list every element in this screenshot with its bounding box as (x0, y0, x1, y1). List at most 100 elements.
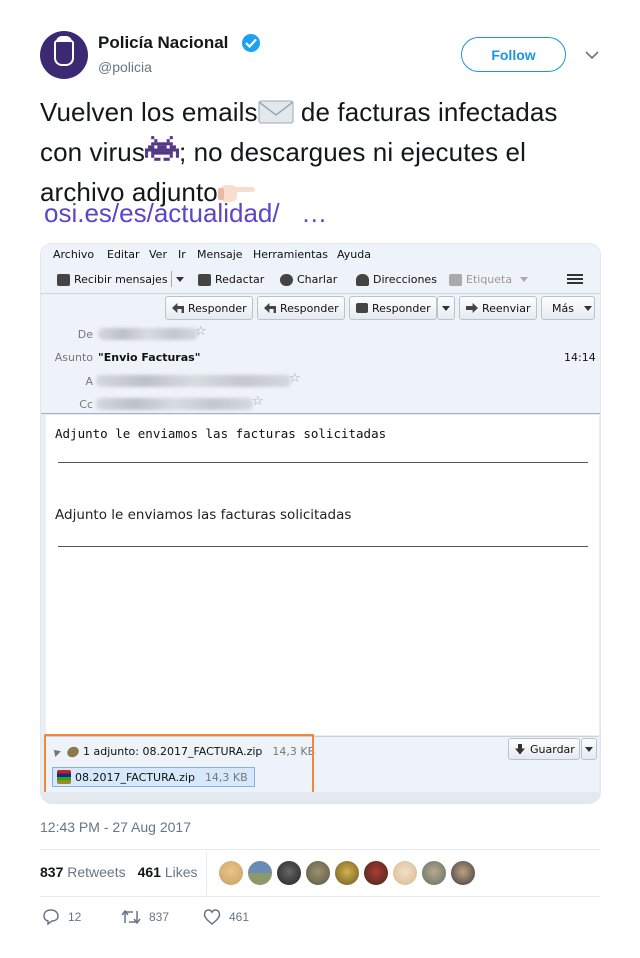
liker-avatar[interactable] (218, 860, 244, 886)
display-name[interactable]: Policía Nacional (98, 33, 228, 53)
write-label: Redactar (215, 273, 265, 286)
from-redacted (98, 328, 198, 340)
account-handle[interactable]: @policia (98, 59, 152, 75)
heart-icon (203, 909, 221, 925)
verified-badge-icon (242, 34, 260, 52)
chat-button: Charlar (280, 273, 337, 286)
tweet-link[interactable]: osi.es/es/actualidad/ … (44, 198, 327, 229)
save-dropdown (581, 738, 597, 760)
account-avatar[interactable] (40, 31, 88, 79)
menu-item-ir: Ir (178, 248, 186, 261)
reply-list-button: Responder (349, 296, 437, 320)
email-reply-toolbar: Responder Responder Responder Reenviar M… (41, 294, 600, 322)
forward-arrow-icon (466, 303, 478, 313)
retweets-count[interactable]: 837 (40, 864, 63, 880)
attached-screenshot[interactable]: Archivo Editar Ver Ir Mensaje Herramient… (40, 243, 601, 804)
liker-avatar[interactable] (392, 860, 418, 886)
tweet-text: Vuelven los emails de facturas infectada… (40, 94, 600, 214)
tweet-actions: 12 837 461 (40, 908, 600, 928)
reply-list-label: Responder (372, 301, 431, 315)
menu-bar-line (567, 278, 583, 280)
forward-label: Reenviar (482, 301, 531, 315)
more-button: Más (541, 296, 595, 320)
reply-dropdown (437, 296, 455, 320)
get-mail-label: Recibir mensajes (74, 273, 168, 286)
reply-count: 12 (68, 910, 82, 924)
stats-separator (206, 852, 207, 896)
chevron-down-icon[interactable] (584, 48, 600, 62)
space-invader-emoji-icon (144, 135, 179, 174)
tweet-text-line1a: Vuelven los emails (40, 97, 258, 127)
chevron-down-icon (583, 305, 592, 311)
likes-label[interactable]: Likes (165, 864, 198, 880)
menu-item-ver: Ver (149, 248, 167, 261)
liker-avatar[interactable] (421, 860, 447, 886)
reply-all-button: Responder (257, 296, 345, 320)
crest-shield-shape (54, 40, 74, 66)
email-body-sans-text: Adjunto le enviamos las facturas solicit… (55, 507, 352, 523)
reply-list-icon (356, 303, 368, 313)
signature-divider (58, 546, 588, 547)
liker-avatar[interactable] (334, 860, 360, 886)
toolbar-separator (171, 271, 172, 287)
liker-avatar[interactable] (247, 860, 273, 886)
reply-label: Responder (188, 301, 247, 315)
pencil-icon (198, 273, 211, 286)
stats-top-divider (40, 849, 600, 850)
attachment-highlight-box (44, 734, 314, 797)
menu-item-herramientas: Herramientas (253, 248, 328, 261)
liker-avatar[interactable] (450, 860, 476, 886)
email-headers: De ☆ Asunto "Envio Facturas" 14:14 A ☆ C… (41, 322, 600, 414)
retweet-action[interactable]: 837 (121, 908, 169, 926)
email-statusbar (41, 792, 600, 803)
email-body-mono-text: Adjunto le enviamos las facturas solicit… (55, 426, 387, 441)
signature-divider (58, 462, 588, 463)
likes-count[interactable]: 461 (138, 864, 161, 880)
menu-item-ayuda: Ayuda (337, 248, 371, 261)
stats-bottom-divider (40, 896, 600, 897)
tweet-stats: 837 Retweets 461 Likes (40, 864, 198, 880)
tweet-timestamp[interactable]: 12:43 PM - 27 Aug 2017 (40, 819, 191, 835)
get-mail-button: Recibir mensajes (57, 273, 168, 286)
reply-arrow-icon (172, 303, 184, 313)
tweet-link-url[interactable]: osi.es/es/actualidad/ (44, 198, 280, 228)
reply-all-label: Responder (280, 301, 339, 315)
like-count: 461 (229, 910, 250, 924)
liker-avatar[interactable] (363, 860, 389, 886)
reply-icon (43, 909, 59, 926)
reply-arrow-icon (264, 303, 276, 313)
retweet-count: 837 (149, 910, 170, 924)
menu-item-archivo: Archivo (53, 248, 95, 261)
follow-button[interactable]: Follow (461, 37, 566, 72)
cc-label: Cc (79, 398, 93, 411)
star-icon: ☆ (195, 324, 207, 339)
download-arrow-icon (515, 743, 525, 755)
save-label: Guardar (530, 742, 575, 756)
contact-icon (356, 273, 369, 286)
reply-action[interactable]: 12 (42, 908, 81, 926)
like-action[interactable]: 461 (203, 908, 249, 926)
download-icon (57, 273, 70, 286)
chevron-down-icon (520, 277, 529, 282)
get-mail-dropdown (171, 271, 184, 287)
retweets-label[interactable]: Retweets (67, 864, 125, 880)
menu-item-mensaje: Mensaje (197, 248, 243, 261)
subject-label: Asunto (54, 351, 93, 364)
liker-avatar[interactable] (305, 860, 331, 886)
tweet-link-ellipsis[interactable]: … (301, 198, 327, 228)
tweet-text-line1b: de facturas infectadas (293, 97, 558, 127)
email-menubar: Archivo Editar Ver Ir Mensaje Herramient… (41, 244, 600, 266)
liker-avatar[interactable] (276, 860, 302, 886)
addresses-button: Direcciones (356, 273, 437, 286)
tweet-header: Policía Nacional @policia Follow (40, 31, 600, 79)
email-subject: "Envio Facturas" (98, 351, 201, 364)
tweet-text-line2a: con virus (40, 137, 145, 167)
save-attachment-button: Guardar (508, 738, 580, 760)
envelope-emoji-icon (258, 98, 294, 134)
hamburger-menu-icon (567, 274, 583, 284)
star-icon: ☆ (289, 371, 301, 386)
write-button: Redactar (198, 273, 264, 286)
menu-bar-line (567, 274, 583, 276)
from-label: De (77, 328, 93, 341)
retweet-icon (121, 909, 141, 925)
